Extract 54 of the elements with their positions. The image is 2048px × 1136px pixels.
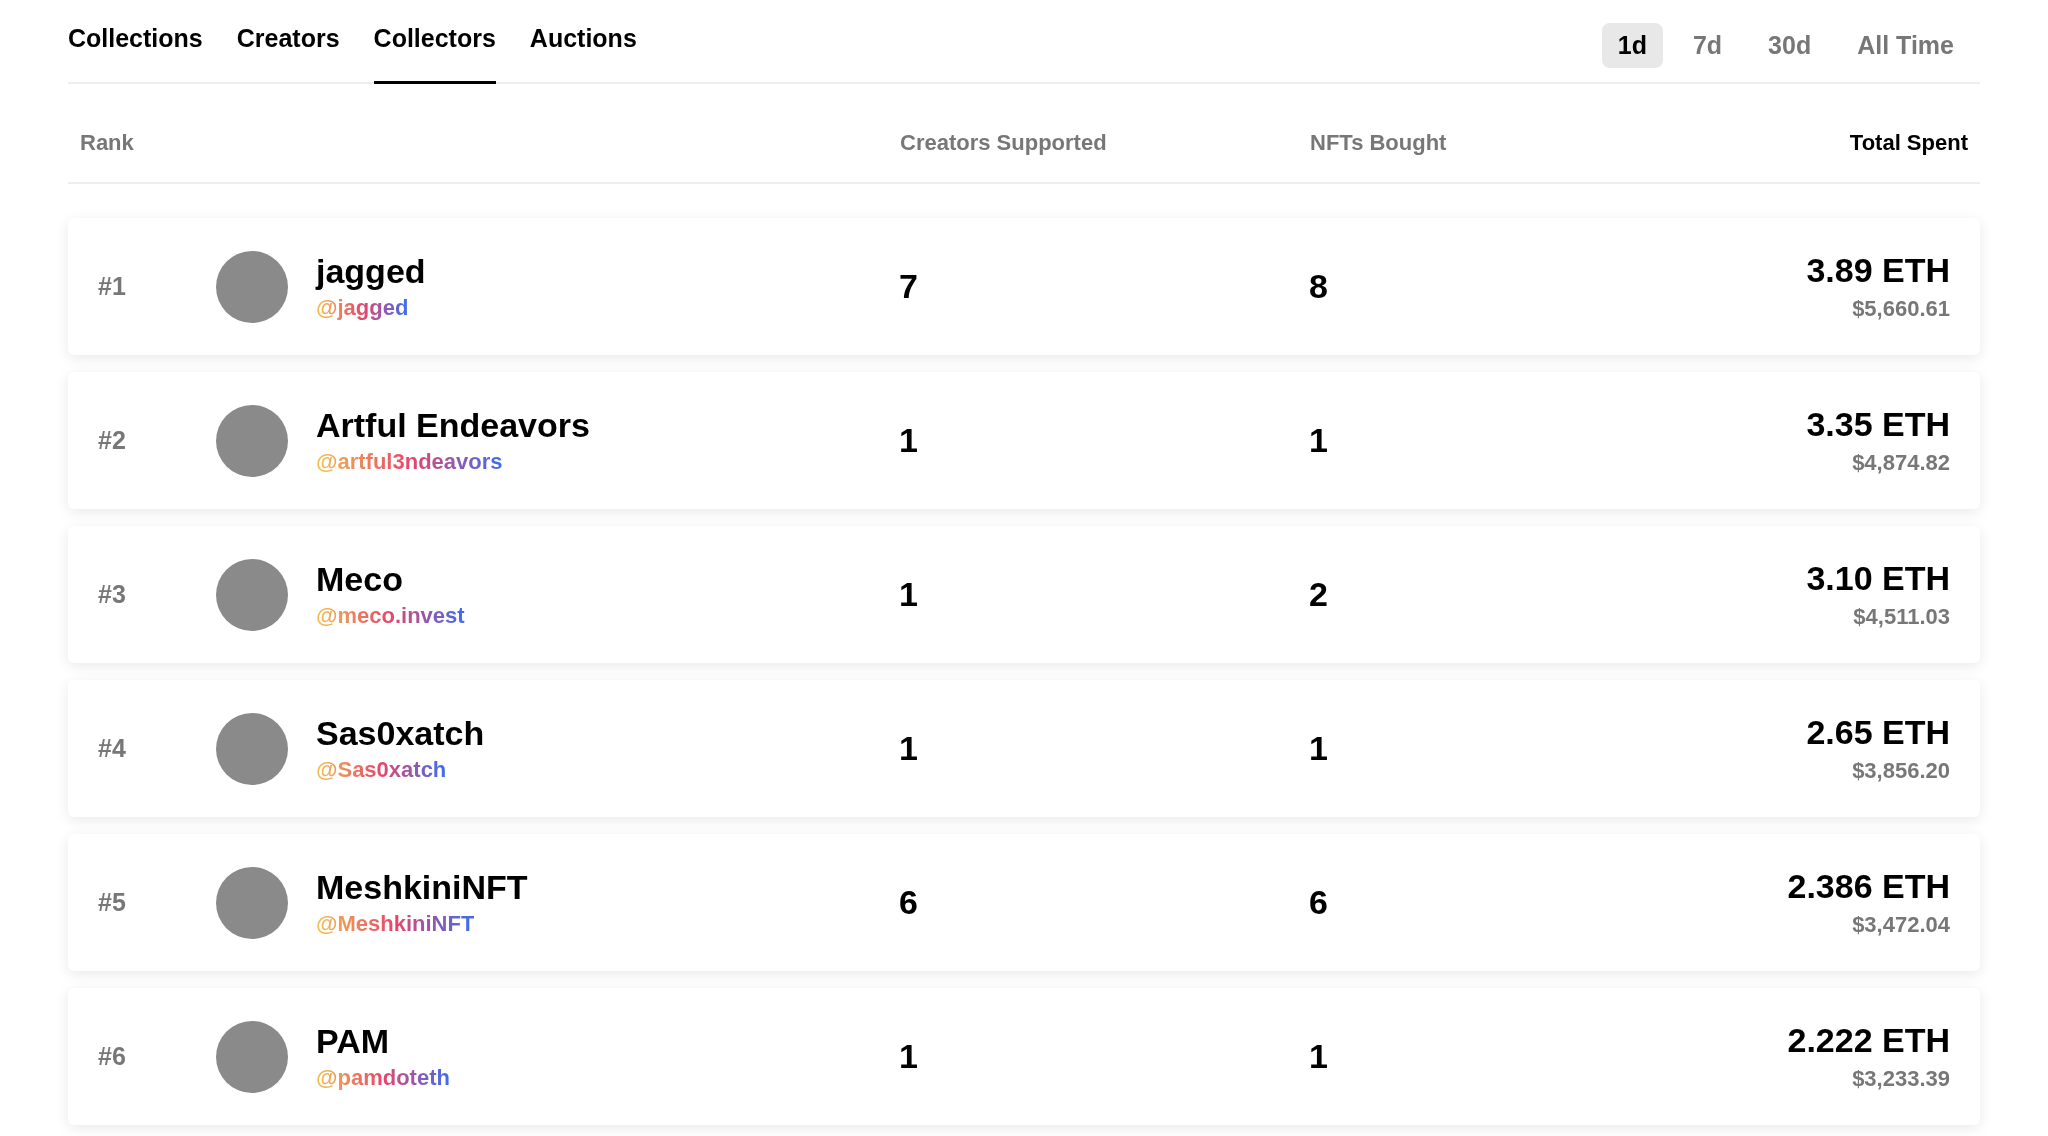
collector-row[interactable]: #4 Sas0xatch @Sas0xatch 1 1 2.65 ETH $3,856.20: [68, 680, 1980, 817]
eth-amount: 3.89 ETH: [1806, 251, 1950, 290]
eth-amount: 2.65 ETH: [1806, 713, 1950, 752]
creators-count: 7: [899, 267, 918, 306]
nfts-count: 6: [1309, 883, 1328, 922]
column-header: NFTs Bought: [1310, 130, 1448, 156]
usd-amount: $3,233.39: [1852, 1066, 1950, 1092]
usd-amount: $3,472.04: [1852, 912, 1950, 938]
usd-amount: $4,511.03: [1853, 604, 1950, 630]
period-toggle[interactable]: 30d: [1752, 23, 1828, 68]
creators-count: 1: [899, 1037, 918, 1076]
rank-text: #2: [98, 426, 126, 455]
nfts-count: 1: [1309, 1037, 1328, 1076]
collector-name: Sas0xatch: [316, 714, 486, 753]
collector-row[interactable]: #3 Meco @meco.invest 1 2 3.10 ETH $4,511.03: [68, 526, 1980, 663]
creators-count: 1: [899, 421, 918, 460]
rank-text: #6: [98, 1042, 126, 1071]
nfts-count: 1: [1309, 421, 1328, 460]
collector-row[interactable]: #1 jagged @jagged 7 8 3.89 ETH $5,660.61: [68, 218, 1980, 355]
eth-amount: 2.222 ETH: [1787, 1021, 1950, 1060]
usd-amount: $3,856.20: [1852, 758, 1950, 784]
rank-text: #4: [98, 734, 126, 763]
eth-amount: 2.386 ETH: [1787, 867, 1950, 906]
nav-tab[interactable]: Collections: [68, 0, 203, 84]
collector-name: Artful Endeavors: [316, 406, 591, 445]
period-toggle[interactable]: All Time: [1841, 23, 1970, 68]
rank-text: #1: [98, 272, 126, 301]
nfts-count: 2: [1309, 575, 1328, 614]
collector-name: Meco: [316, 560, 404, 599]
period-toggle[interactable]: 7d: [1676, 23, 1739, 68]
rank-text: #3: [98, 580, 126, 609]
collector-row[interactable]: #5 MeshkiniNFT @MeshkiniNFT 6 6 2.386 ETH $3,472.04: [68, 834, 1980, 971]
period-toggle[interactable]: 1d: [1601, 23, 1663, 68]
rank-text: #5: [98, 888, 126, 917]
eth-amount: 3.35 ETH: [1806, 405, 1950, 444]
creators-count: 6: [899, 883, 918, 922]
nav-tab[interactable]: Collectors: [373, 0, 496, 84]
column-header: Total Spent: [1849, 130, 1968, 156]
collector-row[interactable]: #2 Artful Endeavors @artful3ndeavors 1 1 3.35 ETH $4,874.82: [68, 372, 1980, 509]
collector-name: PAM: [316, 1022, 391, 1061]
nav-tab[interactable]: Auctions: [529, 0, 637, 84]
creators-count: 1: [899, 729, 918, 768]
usd-amount: $5,660.61: [1852, 296, 1950, 322]
nfts-count: 1: [1309, 729, 1328, 768]
nfts-count: 8: [1309, 267, 1328, 306]
column-header: Creators Supported: [900, 130, 1108, 156]
collector-name: MeshkiniNFT: [316, 868, 529, 907]
creators-count: 1: [899, 575, 918, 614]
eth-amount: 3.10 ETH: [1806, 559, 1950, 598]
nav-tab[interactable]: Creators: [236, 0, 340, 84]
collector-row[interactable]: #6 PAM @pamdoteth 1 1 2.222 ETH $3,233.39: [68, 988, 1980, 1125]
collector-name: jagged: [316, 252, 427, 291]
column-header: Rank: [80, 130, 135, 156]
usd-amount: $4,874.82: [1852, 450, 1950, 476]
